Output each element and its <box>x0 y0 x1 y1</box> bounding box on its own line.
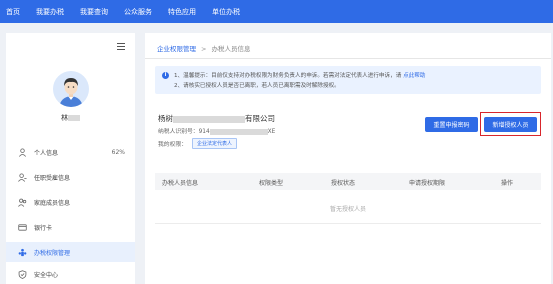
breadcrumb-current: 办税人员信息 <box>211 45 251 53</box>
masked-name <box>68 115 80 121</box>
notice-line-1: 1、温馨提示：目前仅支持对办税权限为财务负责人的申诉。若需对法定代表人进行申诉，… <box>174 71 425 79</box>
user-name: 林 <box>6 113 135 123</box>
nav-featured-apps[interactable]: 特色应用 <box>168 7 196 17</box>
sidebar-item-label: 家庭成员信息 <box>34 199 71 207</box>
column-header-auth-status: 授权状态 <box>331 180 356 187</box>
nav-public-service[interactable]: 公众服务 <box>124 7 152 17</box>
sidebar-item-label: 安全中心 <box>34 271 59 279</box>
header-divider <box>145 58 551 59</box>
avatar <box>53 71 89 107</box>
company-name: 杨树 有限公司 <box>158 113 275 124</box>
my-permission: 我的权限： 企业法定代表人 <box>158 138 238 149</box>
column-header-auth-period: 申请授权期限 <box>409 180 446 187</box>
sidebar-item-security-center[interactable]: 安全中心 <box>6 264 135 284</box>
taxpayer-id-prefix: 纳税人识别号：914 <box>158 129 210 135</box>
table-header: 办税人员信息 权限类型 授权状态 申请授权期限 操作 <box>155 173 541 190</box>
top-nav: 首页 我要办税 我要查询 公众服务 特色应用 单位办税 <box>0 0 553 23</box>
table-empty-state: 暂无授权人员 <box>329 206 366 213</box>
reset-password-button[interactable]: 重置申报密码 <box>425 117 478 132</box>
profile-completion: 62% <box>111 148 125 156</box>
sidebar-item-tax-permission[interactable]: 办税权限管理 <box>6 242 135 262</box>
nav-query[interactable]: 我要查询 <box>80 7 108 17</box>
column-header-person-info: 办税人员信息 <box>162 180 199 187</box>
main-panel: 企业权限管理 > 办税人员信息 i 1、温馨提示：目前仅支持对办税权限为财务负责人的… <box>145 33 551 284</box>
company-name-suffix: 有限公司 <box>245 114 275 123</box>
notice-banner: i 1、温馨提示：目前仅支持对办税权限为财务负责人的申诉。若需对法定代表人进行申… <box>155 66 541 94</box>
sidebar-item-family-info[interactable]: 家庭成员信息 <box>6 192 135 212</box>
user-name-text: 林 <box>61 114 68 122</box>
user-icon <box>19 147 26 157</box>
column-header-permission-type: 权限类型 <box>259 180 284 187</box>
sidebar-item-bank-card[interactable]: 银行卡 <box>6 217 135 237</box>
permission-group-icon <box>18 248 27 256</box>
avatar-icon <box>53 71 89 107</box>
role-badge: 企业法定代表人 <box>192 138 238 149</box>
masked-taxpayer-id <box>209 128 268 135</box>
employee-icon <box>18 172 27 182</box>
sidebar-item-personal-info[interactable]: 个人信息 62% <box>6 142 135 162</box>
sidebar-item-label: 个人信息 <box>34 149 59 157</box>
masked-company-name <box>173 115 245 123</box>
bank-card-icon <box>18 223 27 231</box>
sidebar-item-label: 办税权限管理 <box>34 249 71 257</box>
company-name-prefix: 杨树 <box>158 114 173 123</box>
sidebar: 林 个人信息 62% 任职受雇信息 家庭成员信息 银行卡 办税权限管理 安全中心 <box>6 33 135 284</box>
taxpayer-id: 纳税人识别号：914 XE <box>158 126 275 135</box>
breadcrumb: 企业权限管理 > 办税人员信息 <box>157 43 250 53</box>
menu-icon[interactable] <box>117 43 125 50</box>
info-icon: i <box>162 72 169 79</box>
help-link[interactable]: 点此帮助 <box>403 73 425 79</box>
nav-unit-tax[interactable]: 单位办税 <box>212 7 240 17</box>
permission-label: 我的权限： <box>158 142 187 148</box>
breadcrumb-parent-link[interactable]: 企业权限管理 <box>157 45 196 53</box>
sidebar-item-label: 任职受雇信息 <box>34 174 71 182</box>
breadcrumb-separator: > <box>201 45 207 53</box>
taxpayer-id-suffix: XE <box>267 129 276 135</box>
shield-icon <box>18 269 27 279</box>
highlight-box <box>480 112 541 136</box>
sidebar-item-label: 银行卡 <box>34 224 53 232</box>
sidebar-item-employment-info[interactable]: 任职受雇信息 <box>6 167 135 187</box>
notice-line-1-text: 1、温馨提示：目前仅支持对办税权限为财务负责人的申诉。若需对法定代表人进行申诉，… <box>174 73 402 79</box>
nav-home[interactable]: 首页 <box>6 7 20 17</box>
nav-tax-handling[interactable]: 我要办税 <box>36 7 64 17</box>
family-icon <box>18 198 27 207</box>
column-header-actions: 操作 <box>501 180 514 187</box>
notice-line-2: 2、请核实已授权人员是否已离职，若人员已离职需及时解除授权。 <box>174 83 340 89</box>
table-divider <box>155 223 541 224</box>
